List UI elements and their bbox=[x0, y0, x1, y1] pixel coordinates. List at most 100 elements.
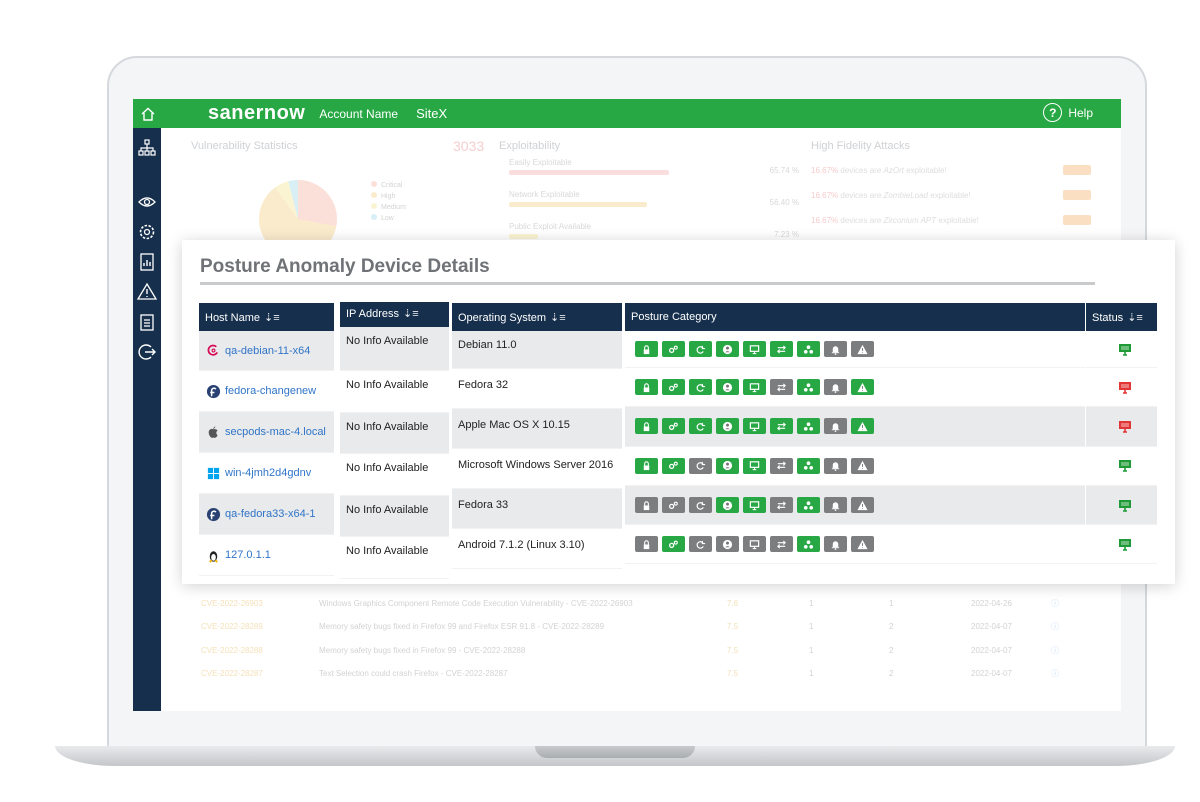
bell-icon[interactable] bbox=[824, 536, 847, 553]
operating-system-header[interactable]: Operating System ⇣≡ bbox=[452, 303, 622, 331]
warning-icon[interactable] bbox=[851, 418, 874, 435]
monitor-status-icon[interactable] bbox=[1118, 499, 1132, 512]
status-header[interactable]: Status ⇣≡ bbox=[1086, 303, 1157, 331]
ip-address-cell: No Info Available bbox=[340, 454, 449, 496]
warning-icon[interactable] bbox=[851, 379, 874, 396]
network-icon[interactable] bbox=[797, 536, 820, 553]
lock-icon[interactable] bbox=[635, 418, 658, 435]
host-name-link[interactable]: win-4jmh2d4gdnv bbox=[225, 467, 311, 479]
host-name-link[interactable]: qa-fedora33-x64-1 bbox=[225, 508, 316, 520]
cogs-icon[interactable] bbox=[662, 341, 685, 357]
info-icon[interactable]: ⓘ bbox=[1051, 598, 1059, 609]
user-icon[interactable] bbox=[716, 341, 739, 357]
info-icon[interactable]: ⓘ bbox=[1051, 621, 1059, 632]
transfer-icon[interactable] bbox=[770, 536, 793, 553]
eye-icon[interactable] bbox=[137, 192, 157, 212]
cogs-icon[interactable] bbox=[662, 457, 685, 474]
info-icon[interactable]: ⓘ bbox=[1051, 645, 1059, 656]
warning-icon[interactable] bbox=[851, 536, 874, 553]
info-icon[interactable]: ⓘ bbox=[1051, 668, 1059, 679]
user-icon[interactable] bbox=[716, 497, 739, 514]
lock-icon[interactable] bbox=[635, 497, 658, 514]
transfer-icon[interactable] bbox=[770, 457, 793, 474]
cve-date: 2022-04-26 bbox=[971, 598, 1012, 608]
cogs-icon[interactable] bbox=[662, 536, 685, 553]
bell-icon[interactable] bbox=[824, 418, 847, 435]
network-icon[interactable] bbox=[797, 497, 820, 514]
help-button[interactable]: ? Help bbox=[1043, 103, 1093, 122]
refresh-icon[interactable] bbox=[689, 457, 712, 474]
exploit-pct: 7.23 % bbox=[774, 230, 799, 239]
monitor-icon[interactable] bbox=[743, 418, 766, 435]
warning-icon[interactable] bbox=[851, 457, 874, 474]
lock-icon[interactable] bbox=[635, 379, 658, 396]
network-icon[interactable] bbox=[797, 379, 820, 396]
exploit-label: Network Exploitable bbox=[509, 190, 580, 199]
cve-score: 7.5 bbox=[727, 645, 739, 655]
account-name[interactable]: Account Name bbox=[319, 107, 398, 121]
cve-b: 2 bbox=[889, 669, 894, 678]
host-name-header[interactable]: Host Name ⇣≡ bbox=[199, 303, 334, 331]
lock-icon[interactable] bbox=[635, 341, 658, 357]
monitor-icon[interactable] bbox=[743, 497, 766, 514]
top-bar: sanernow Account Name SiteX ? Help bbox=[133, 99, 1121, 128]
monitor-status-icon[interactable] bbox=[1118, 459, 1132, 473]
title-divider bbox=[200, 282, 1095, 285]
refresh-icon[interactable] bbox=[689, 497, 712, 514]
monitor-status-icon[interactable] bbox=[1118, 381, 1132, 394]
site-selector[interactable]: SiteX bbox=[416, 106, 447, 121]
gear-icon[interactable] bbox=[137, 222, 157, 242]
bell-icon[interactable] bbox=[824, 341, 847, 357]
sort-icon: ⇣≡ bbox=[550, 312, 566, 324]
network-icon[interactable] bbox=[797, 341, 820, 357]
alert-icon[interactable] bbox=[137, 282, 157, 302]
bell-icon[interactable] bbox=[824, 379, 847, 396]
legend-high: High bbox=[381, 193, 396, 200]
status-cell bbox=[1086, 485, 1157, 526]
refresh-icon[interactable] bbox=[689, 418, 712, 435]
monitor-icon[interactable] bbox=[743, 457, 766, 474]
cogs-icon[interactable] bbox=[662, 379, 685, 396]
monitor-icon[interactable] bbox=[743, 536, 766, 553]
home-icon[interactable] bbox=[133, 99, 162, 128]
monitor-icon[interactable] bbox=[743, 341, 766, 357]
monitor-status-icon[interactable] bbox=[1118, 538, 1132, 551]
refresh-icon[interactable] bbox=[689, 341, 712, 357]
transfer-icon[interactable] bbox=[770, 341, 793, 357]
refresh-icon[interactable] bbox=[689, 536, 712, 553]
bell-icon[interactable] bbox=[824, 497, 847, 514]
cogs-icon[interactable] bbox=[662, 418, 685, 435]
org-chart-icon[interactable] bbox=[137, 138, 157, 158]
user-icon[interactable] bbox=[716, 536, 739, 553]
host-name-link[interactable]: 127.0.1.1 bbox=[225, 549, 271, 561]
host-name-link[interactable]: fedora-changenew bbox=[225, 385, 316, 397]
lock-icon[interactable] bbox=[635, 457, 658, 474]
warning-icon[interactable] bbox=[851, 497, 874, 514]
bell-icon[interactable] bbox=[824, 457, 847, 474]
monitor-status-icon[interactable] bbox=[1118, 420, 1132, 433]
lock-icon[interactable] bbox=[635, 536, 658, 553]
high-fidelity-attacks-title: High Fidelity Attacks bbox=[811, 140, 911, 152]
monitor-status-icon[interactable] bbox=[1118, 343, 1132, 356]
posture-category-column: Posture Category bbox=[625, 303, 1085, 565]
clipboard-icon[interactable] bbox=[137, 312, 157, 332]
cogs-icon[interactable] bbox=[662, 497, 685, 514]
user-icon[interactable] bbox=[716, 457, 739, 474]
refresh-icon[interactable] bbox=[689, 379, 712, 396]
network-icon[interactable] bbox=[797, 418, 820, 435]
host-name-link[interactable]: qa-debian-11-x64 bbox=[225, 345, 310, 357]
user-icon[interactable] bbox=[716, 418, 739, 435]
cve-score: 7.5 bbox=[727, 669, 739, 678]
cve-date: 2022-04-07 bbox=[971, 645, 1012, 655]
host-name-link[interactable]: secpods-mac-4.local bbox=[225, 426, 326, 438]
report-icon[interactable] bbox=[137, 252, 157, 272]
ip-address-header[interactable]: IP Address ⇣≡ bbox=[340, 302, 449, 327]
network-icon[interactable] bbox=[797, 457, 820, 474]
warning-icon[interactable] bbox=[851, 341, 874, 357]
transfer-icon[interactable] bbox=[770, 497, 793, 514]
logout-icon[interactable] bbox=[137, 342, 157, 362]
monitor-icon[interactable] bbox=[743, 379, 766, 396]
user-icon[interactable] bbox=[716, 379, 739, 396]
transfer-icon[interactable] bbox=[770, 418, 793, 435]
transfer-icon[interactable] bbox=[770, 379, 793, 396]
